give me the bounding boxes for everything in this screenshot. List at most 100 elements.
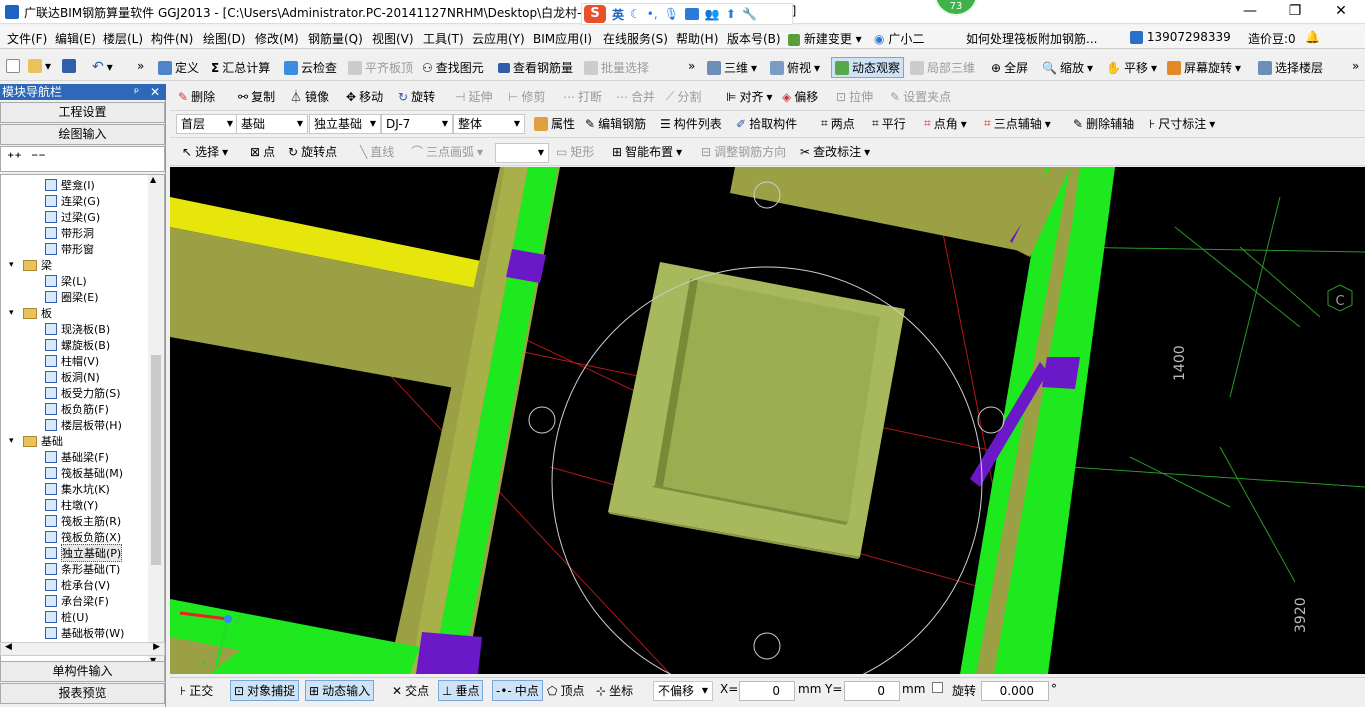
menu-draw[interactable]: 绘图(D) — [203, 30, 246, 47]
tree-item[interactable]: 带形窗 — [45, 241, 94, 257]
tree-item[interactable]: 柱墩(Y) — [45, 497, 98, 513]
tree-item[interactable]: 基础板带(W) — [45, 625, 124, 641]
floor-select[interactable]: 首层 ▼ — [176, 114, 238, 134]
overflow-chevron-icon-2[interactable]: » — [688, 59, 695, 73]
perpendicular-snap[interactable]: ⊥ 垂点 — [438, 680, 484, 701]
help-question-link[interactable]: 如何处理筏板附加钢筋... — [966, 30, 1097, 47]
new-file-icon[interactable] — [6, 59, 20, 73]
moon-icon[interactable]: ☾ — [630, 7, 641, 21]
tree-item[interactable]: 现浇板(B) — [45, 321, 110, 337]
tree-item[interactable]: 板受力筋(S) — [45, 385, 121, 401]
overflow-chevron-icon-3[interactable]: » — [1352, 59, 1359, 73]
flat-top-button[interactable]: 平齐板顶 — [348, 59, 413, 76]
score-badge[interactable]: 73 — [934, 0, 978, 16]
cloud-check-button[interactable]: 云检查 — [284, 59, 337, 76]
skin-icon[interactable]: ⬆ — [726, 7, 736, 21]
align-button[interactable]: ⊫ 对齐 ▾ — [726, 88, 773, 105]
vertex-snap[interactable]: ⬠ 顶点 — [547, 682, 584, 699]
tree-item[interactable]: 承台梁(F) — [45, 593, 109, 609]
component-list-button[interactable]: ☰ 构件列表 — [660, 115, 722, 132]
menu-view[interactable]: 视图(V) — [372, 30, 414, 47]
keyboard-icon[interactable] — [684, 8, 699, 20]
ime-toolbar[interactable]: S 英 ☾ •, 🎙 👥 ⬆ 🔧 — [581, 3, 793, 25]
tree-item[interactable]: 集水坑(K) — [45, 481, 110, 497]
tree-item[interactable]: 独立基础(P) — [45, 544, 123, 562]
move-button[interactable]: ✥ 移动 — [346, 88, 383, 105]
tree-item[interactable]: 柱帽(V) — [45, 353, 99, 369]
pin-icon[interactable]: ᵖ — [134, 84, 139, 100]
overflow-chevron-icon[interactable]: » — [137, 59, 144, 73]
component-select[interactable]: DJ-7 ▼ — [381, 114, 453, 134]
pan-button[interactable]: ✋ 平移 ▾ — [1106, 59, 1157, 76]
panel-close-icon[interactable]: ✕ — [150, 84, 160, 100]
set-grip-button[interactable]: ✎ 设置夹点 — [890, 88, 951, 105]
intersection-snap[interactable]: ✕ 交点 — [392, 682, 429, 699]
minimize-button[interactable]: — — [1227, 0, 1273, 24]
scroll-right-icon[interactable]: ▶ — [153, 642, 160, 652]
menu-file[interactable]: 文件(F) — [7, 30, 47, 47]
tree-folder[interactable]: ▾ 基础 — [9, 433, 63, 449]
expand-arrow-icon[interactable]: ▾ — [9, 260, 19, 270]
coord-snap[interactable]: ⊹ 坐标 — [596, 682, 633, 699]
tree-item[interactable]: 过梁(G) — [45, 209, 100, 225]
menu-edit[interactable]: 编辑(E) — [55, 30, 96, 47]
tree-item[interactable]: 圈梁(E) — [45, 289, 99, 305]
fullscreen-button[interactable]: ⊕ 全屏 — [991, 59, 1028, 76]
menu-modify[interactable]: 修改(M) — [255, 30, 299, 47]
mirror-button[interactable]: ⏃ 镜像 — [290, 88, 329, 105]
wrench-icon[interactable]: 🔧 — [742, 7, 757, 21]
pick-component-button[interactable]: ✐ 拾取构件 — [736, 115, 797, 132]
menu-help[interactable]: 帮助(H) — [676, 30, 718, 47]
scroll-up-icon[interactable]: ▲ — [150, 175, 156, 184]
x-input[interactable]: 0 — [739, 681, 795, 701]
top-view-button[interactable]: 俯视 ▾ — [770, 59, 820, 76]
expand-arrow-icon[interactable]: ▾ — [9, 436, 19, 446]
menu-floor[interactable]: 楼层(L) — [103, 30, 143, 47]
three-point-axis-button[interactable]: ⌗ 三点辅轴 ▾ — [984, 115, 1051, 132]
dynamic-input-toggle[interactable]: ⊞ 动态输入 — [305, 680, 375, 701]
part-select[interactable]: 整体 ▼ — [453, 114, 525, 134]
trim-button[interactable]: ⊢ 修剪 — [508, 88, 545, 105]
menu-bim[interactable]: BIM应用(I) — [533, 30, 592, 47]
tree-folder[interactable]: ▾ 板 — [9, 305, 52, 321]
tree-item[interactable]: 板负筋(F) — [45, 401, 109, 417]
tree-item[interactable]: 连梁(G) — [45, 193, 100, 209]
scrollbar-thumb[interactable] — [151, 355, 161, 565]
sum-calc-button[interactable]: Σ 汇总计算 — [211, 59, 270, 76]
expand-arrow-icon[interactable]: ▾ — [9, 308, 19, 318]
microphone-icon[interactable]: 🎙 — [664, 7, 679, 21]
tree-item[interactable]: 筏板基础(M) — [45, 465, 123, 481]
ortho-toggle[interactable]: ⊦ 正交 — [180, 682, 213, 699]
ime-lang-toggle[interactable]: 英 — [612, 6, 624, 23]
offset-mode-select[interactable]: 不偏移 ▼ — [653, 681, 713, 701]
bell-icon[interactable]: 🔔 — [1305, 30, 1320, 44]
sogou-ime-icon[interactable]: S — [584, 5, 606, 23]
zoom-button[interactable]: 🔍 缩放 ▾ — [1042, 59, 1093, 76]
parallel-button[interactable]: ⌗ 平行 — [872, 115, 906, 132]
save-icon[interactable] — [62, 59, 76, 73]
tree-item[interactable]: 梁(L) — [45, 273, 87, 289]
point-angle-button[interactable]: ⌗ 点角 ▾ — [924, 115, 967, 132]
edit-rebar-button[interactable]: ✎ 编辑钢筋 — [585, 115, 646, 132]
category-select[interactable]: 基础 ▼ — [236, 114, 308, 134]
rotate-checkbox[interactable] — [932, 682, 943, 693]
3d-scene[interactable]: C 1400 3920 Z Y — [170, 167, 1365, 674]
punctuation-icon[interactable]: •, — [647, 7, 658, 21]
two-points-button[interactable]: ⌗ 两点 — [821, 115, 855, 132]
select-button[interactable]: ↖ 选择 ▾ — [182, 143, 228, 160]
report-preview-button[interactable]: 报表预览 — [0, 683, 165, 704]
screen-rotate-button[interactable]: 屏幕旋转 ▾ — [1167, 59, 1241, 76]
view3d-button[interactable]: 三维 ▾ — [707, 59, 757, 76]
define-button[interactable]: 定义 — [158, 59, 199, 76]
point-button[interactable]: ⊠ 点 — [250, 143, 275, 160]
restore-button[interactable]: ❐ — [1272, 0, 1318, 24]
user-icon[interactable]: 👥 — [705, 7, 720, 21]
tree-item[interactable]: 桩(U) — [45, 609, 89, 625]
copy-button[interactable]: ⚯ 复制 — [238, 88, 275, 105]
extend-button[interactable]: ⊣ 延伸 — [455, 88, 492, 105]
dynamic-view-button[interactable]: 动态观察 — [831, 57, 905, 78]
adjust-rebar-button[interactable]: ⊟ 调整钢筋方向 — [701, 143, 786, 160]
menu-cloud[interactable]: 云应用(Y) — [472, 30, 525, 47]
check-label-button[interactable]: ✂ 查改标注 ▾ — [800, 143, 870, 160]
tree-hscrollbar[interactable]: ◀ ▶ — [0, 642, 165, 656]
